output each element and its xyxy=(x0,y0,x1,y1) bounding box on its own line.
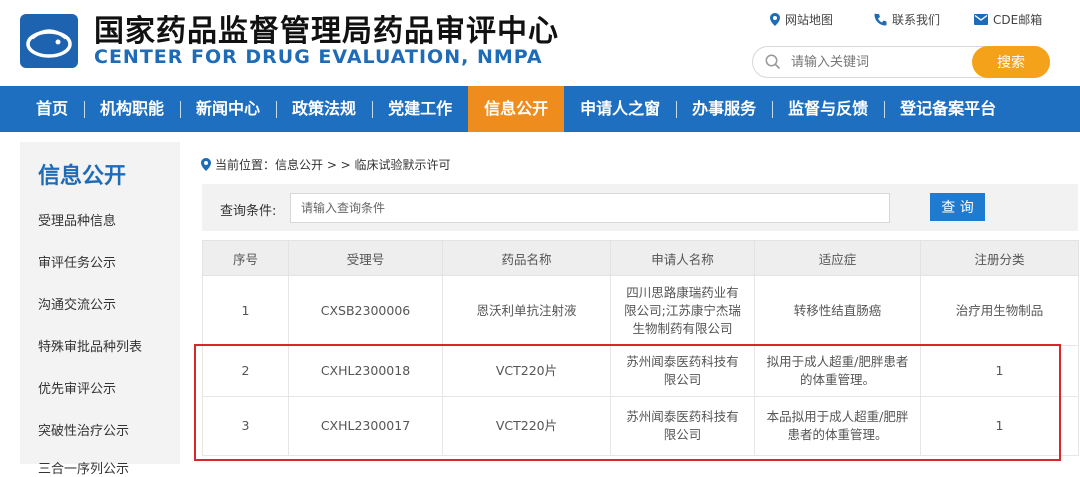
nav-item-policies[interactable]: 政策法规 xyxy=(276,86,372,132)
nav-item-home[interactable]: 首页 xyxy=(20,86,84,132)
sidebar-item-accepted-drugs[interactable]: 受理品种信息 xyxy=(38,210,116,229)
query-label: 查询条件: xyxy=(220,204,277,219)
cde-mail-link-label: CDE邮箱 xyxy=(993,13,1043,27)
location-pin-icon xyxy=(770,13,780,26)
breadcrumb-text: 当前位置：信息公开 > > 临床试验默示许可 xyxy=(215,158,451,172)
query-input[interactable] xyxy=(290,193,890,223)
table-row: 2 CXHL2300018 VCT220片 苏州闻泰医药科技有限公司 拟用于成人… xyxy=(202,345,1079,397)
cell-acceptance-no: CXSB2300006 xyxy=(288,275,443,346)
mail-icon xyxy=(974,14,988,25)
cell-index: 3 xyxy=(202,396,289,456)
sidebar-item-priority-review[interactable]: 优先审评公示 xyxy=(38,378,116,397)
site-header: 国家药品监督管理局药品审评中心 CENTER FOR DRUG EVALUATI… xyxy=(0,0,1080,86)
cell-applicant: 四川思路康瑞药业有限公司;江苏康宁杰瑞生物制药有限公司 xyxy=(610,275,755,346)
table-row: 1 CXSB2300006 恩沃利单抗注射液 四川思路康瑞药业有限公司;江苏康宁… xyxy=(202,275,1079,346)
sidebar-item-review-tasks[interactable]: 审评任务公示 xyxy=(38,252,116,271)
phone-icon xyxy=(874,13,887,26)
cell-registration-class: 治疗用生物制品 xyxy=(920,275,1079,346)
nav-item-registration[interactable]: 登记备案平台 xyxy=(884,86,1012,132)
cell-registration-class: 1 xyxy=(920,345,1079,397)
contact-link[interactable]: 联系我们 xyxy=(874,11,974,28)
cell-applicant: 苏州闻泰医药科技有限公司 xyxy=(610,396,755,456)
results-table: 序号 受理号 药品名称 申请人名称 适应症 注册分类 1 CXSB2300006… xyxy=(202,240,1079,456)
cell-drug-name: VCT220片 xyxy=(442,396,611,456)
search-icon xyxy=(765,54,781,70)
cell-index: 1 xyxy=(202,275,289,346)
sidebar-title: 信息公开 xyxy=(38,164,127,189)
nav-item-party[interactable]: 党建工作 xyxy=(372,86,468,132)
sitemap-link-label: 网站地图 xyxy=(785,13,834,27)
cde-mail-link[interactable]: CDE邮箱 xyxy=(974,11,1042,28)
cell-acceptance-no: CXHL2300018 xyxy=(288,345,443,397)
sidebar-item-communication[interactable]: 沟通交流公示 xyxy=(38,294,116,313)
nav-item-services[interactable]: 办事服务 xyxy=(676,86,772,132)
cell-indication: 本品拟用于成人超重/肥胖患者的体重管理。 xyxy=(754,396,921,456)
query-bar: 查询条件: 查 询 xyxy=(202,184,1078,231)
sidebar-item-special-approval[interactable]: 特殊审批品种列表 xyxy=(38,336,142,355)
nav-item-info-disclosure[interactable]: 信息公开 xyxy=(468,86,565,132)
sitemap-link[interactable]: 网站地图 xyxy=(770,11,874,28)
cell-acceptance-no: CXHL2300017 xyxy=(288,396,443,456)
site-search: 搜索 xyxy=(752,46,1050,78)
cell-applicant: 苏州闻泰医药科技有限公司 xyxy=(610,345,755,397)
cell-registration-class: 1 xyxy=(920,396,1079,456)
column-header-registration-class: 注册分类 xyxy=(920,240,1079,276)
column-header-acceptance-no: 受理号 xyxy=(288,240,443,276)
breadcrumb: 当前位置：信息公开 > > 临床试验默示许可 xyxy=(201,156,451,173)
main-nav: 首页 机构职能 新闻中心 政策法规 党建工作 信息公开 申请人之窗 办事服务 监… xyxy=(0,86,1080,132)
column-header-indication: 适应症 xyxy=(754,240,921,276)
search-button[interactable]: 搜索 xyxy=(972,46,1050,78)
table-row: 3 CXHL2300017 VCT220片 苏州闻泰医药科技有限公司 本品拟用于… xyxy=(202,396,1079,456)
column-header-applicant: 申请人名称 xyxy=(610,240,755,276)
nav-item-supervision[interactable]: 监督与反馈 xyxy=(772,86,884,132)
site-title: 国家药品监督管理局药品审评中心 xyxy=(94,14,559,49)
cell-index: 2 xyxy=(202,345,289,397)
column-header-drug-name: 药品名称 xyxy=(442,240,611,276)
nav-item-applicant[interactable]: 申请人之窗 xyxy=(564,86,676,132)
site-subtitle: CENTER FOR DRUG EVALUATION, NMPA xyxy=(94,46,543,68)
nav-item-functions[interactable]: 机构职能 xyxy=(84,86,180,132)
sidebar-item-three-in-one[interactable]: 三合一序列公示 xyxy=(38,458,129,477)
nav-item-news[interactable]: 新闻中心 xyxy=(180,86,276,132)
sidebar: 信息公开 受理品种信息 审评任务公示 沟通交流公示 特殊审批品种列表 优先审评公… xyxy=(20,142,180,477)
cell-drug-name: 恩沃利单抗注射液 xyxy=(442,275,611,346)
cell-drug-name: VCT220片 xyxy=(442,345,611,397)
cell-indication: 拟用于成人超重/肥胖患者的体重管理。 xyxy=(754,345,921,397)
contact-link-label: 联系我们 xyxy=(892,13,941,27)
cell-indication: 转移性结直肠癌 xyxy=(754,275,921,346)
query-button[interactable]: 查 询 xyxy=(930,193,985,221)
top-links: 网站地图 联系我们 CDE邮箱 xyxy=(770,11,1042,28)
sidebar-item-breakthrough[interactable]: 突破性治疗公示 xyxy=(38,420,129,439)
search-input[interactable] xyxy=(789,51,969,73)
location-pin-icon xyxy=(201,158,211,171)
table-header-row: 序号 受理号 药品名称 申请人名称 适应症 注册分类 xyxy=(202,240,1079,276)
cde-logo-icon[interactable] xyxy=(20,14,78,68)
column-header-index: 序号 xyxy=(202,240,289,276)
